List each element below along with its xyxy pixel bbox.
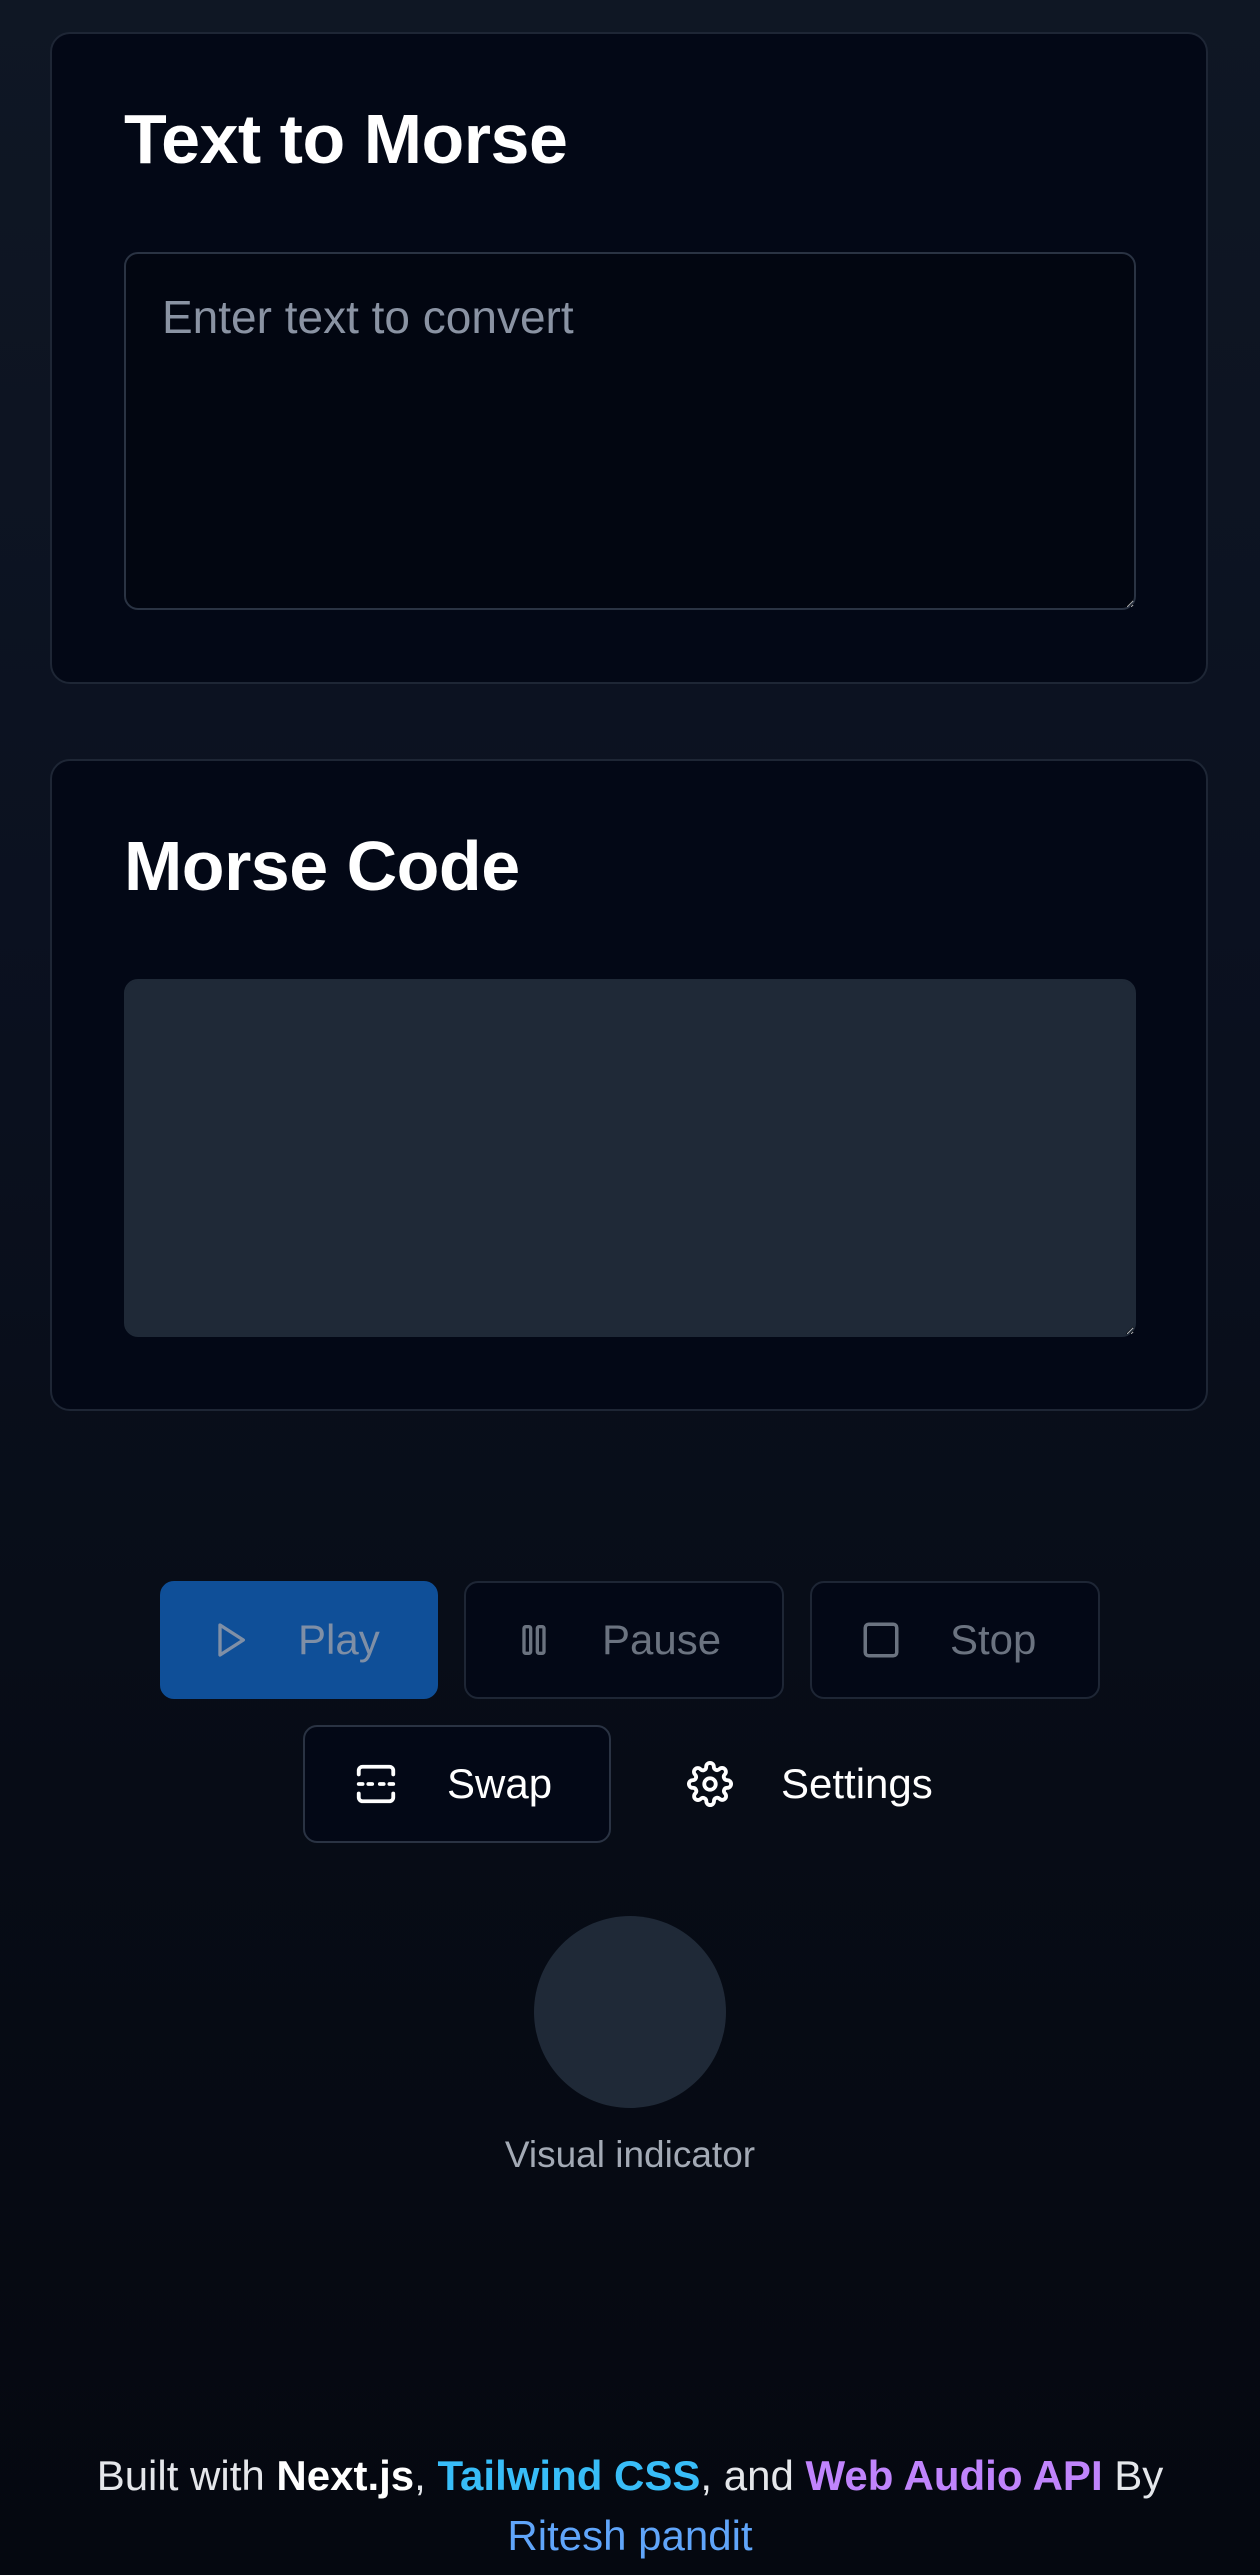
morse-app: Text to Morse Morse Code Play Pause Stop… bbox=[0, 0, 1260, 2575]
play-icon bbox=[218, 1623, 245, 1657]
play-button[interactable]: Play bbox=[160, 1581, 438, 1699]
footer-webaudio: Web Audio API bbox=[805, 2452, 1103, 2499]
gear-icon bbox=[687, 1761, 733, 1807]
text-card-title: Text to Morse bbox=[124, 100, 568, 178]
morse-output[interactable] bbox=[124, 979, 1136, 1337]
footer-prefix: Built with bbox=[96, 2452, 277, 2499]
text-to-morse-card: Text to Morse bbox=[50, 32, 1208, 684]
swap-label: Swap bbox=[447, 1760, 553, 1807]
playback-controls: Play Pause Stop bbox=[0, 1581, 1260, 1699]
footer-sep-2: , and bbox=[700, 2452, 806, 2499]
visual-indicator-light bbox=[534, 1916, 726, 2108]
stop-label: Stop bbox=[950, 1616, 1037, 1663]
play-label: Play bbox=[298, 1616, 380, 1663]
swap-icon bbox=[356, 1764, 396, 1804]
stop-button[interactable]: Stop bbox=[810, 1581, 1100, 1699]
settings-button[interactable]: Settings bbox=[637, 1725, 957, 1843]
morse-code-card: Morse Code bbox=[50, 759, 1208, 1411]
footer-tailwind: Tailwind CSS bbox=[437, 2452, 701, 2499]
pause-icon bbox=[522, 1625, 546, 1655]
secondary-controls: Swap Settings bbox=[0, 1725, 1260, 1843]
settings-label: Settings bbox=[781, 1760, 933, 1807]
footer: Built with Next.js, Tailwind CSS, and We… bbox=[0, 2446, 1260, 2566]
visual-indicator-label: Visual indicator bbox=[504, 2134, 756, 2175]
morse-card-title: Morse Code bbox=[124, 827, 520, 905]
footer-nextjs: Next.js bbox=[276, 2452, 415, 2499]
footer-by: By bbox=[1102, 2452, 1164, 2499]
author-link[interactable]: Ritesh pandit bbox=[507, 2512, 752, 2559]
pause-label: Pause bbox=[602, 1616, 722, 1663]
stop-icon bbox=[863, 1622, 899, 1658]
text-input[interactable] bbox=[124, 252, 1136, 610]
footer-sep-1: , bbox=[414, 2452, 438, 2499]
swap-button[interactable]: Swap bbox=[303, 1725, 611, 1843]
pause-button[interactable]: Pause bbox=[464, 1581, 784, 1699]
